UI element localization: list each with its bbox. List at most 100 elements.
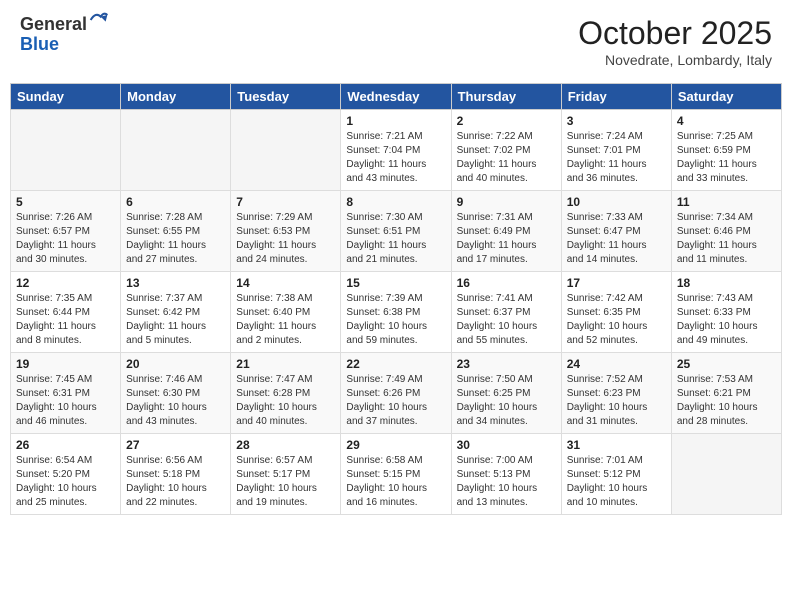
title-block: October 2025 Novedrate, Lombardy, Italy <box>578 15 772 68</box>
day-number: 16 <box>457 276 556 290</box>
col-header-saturday: Saturday <box>671 84 781 110</box>
calendar-cell: 12 Sunrise: 7:35 AMSunset: 6:44 PMDayligh… <box>11 272 121 353</box>
week-row-3: 12 Sunrise: 7:35 AMSunset: 6:44 PMDayligh… <box>11 272 782 353</box>
week-row-2: 5 Sunrise: 7:26 AMSunset: 6:57 PMDaylight… <box>11 191 782 272</box>
day-info: Sunrise: 7:50 AMSunset: 6:25 PMDaylight:… <box>457 373 556 429</box>
calendar-cell: 17 Sunrise: 7:42 AMSunset: 6:35 PMDayligh… <box>561 272 671 353</box>
calendar-cell: 13 Sunrise: 7:37 AMSunset: 6:42 PMDayligh… <box>121 272 231 353</box>
calendar-cell: 22 Sunrise: 7:49 AMSunset: 6:26 PMDayligh… <box>341 353 451 434</box>
day-info: Sunrise: 7:35 AMSunset: 6:44 PMDaylight:… <box>16 292 115 348</box>
day-info: Sunrise: 7:45 AMSunset: 6:31 PMDaylight:… <box>16 373 115 429</box>
calendar-cell: 1Sunrise: 7:21 AMSunset: 7:04 PMDaylight… <box>341 110 451 191</box>
calendar-header-row: SundayMondayTuesdayWednesdayThursdayFrid… <box>11 84 782 110</box>
day-number: 13 <box>126 276 225 290</box>
col-header-wednesday: Wednesday <box>341 84 451 110</box>
day-number: 17 <box>567 276 666 290</box>
day-number: 10 <box>567 195 666 209</box>
calendar-cell: 26 Sunrise: 6:54 AMSunset: 5:20 PMDayligh… <box>11 434 121 515</box>
day-number: 27 <box>126 438 225 452</box>
day-info: Sunrise: 7:41 AMSunset: 6:37 PMDaylight:… <box>457 292 556 348</box>
calendar-cell: 4Sunrise: 7:25 AMSunset: 6:59 PMDaylight… <box>671 110 781 191</box>
day-number: 11 <box>677 195 776 209</box>
day-info: Sunrise: 7:00 AMSunset: 5:13 PMDaylight:… <box>457 454 556 510</box>
day-info: Sunrise: 7:37 AMSunset: 6:42 PMDaylight:… <box>126 292 225 348</box>
day-number: 25 <box>677 357 776 371</box>
calendar: SundayMondayTuesdayWednesdayThursdayFrid… <box>10 83 782 515</box>
calendar-cell <box>671 434 781 515</box>
day-number: 31 <box>567 438 666 452</box>
day-number: 5 <box>16 195 115 209</box>
calendar-cell: 15 Sunrise: 7:39 AMSunset: 6:38 PMDayligh… <box>341 272 451 353</box>
day-number: 3 <box>567 114 666 128</box>
day-info: Sunrise: 6:56 AMSunset: 5:18 PMDaylight:… <box>126 454 225 510</box>
day-info: Sunrise: 7:30 AMSunset: 6:51 PMDaylight:… <box>346 211 445 267</box>
logo: General Blue <box>20 15 109 55</box>
calendar-cell: 29Sunrise: 6:58 AMSunset: 5:15 PMDayligh… <box>341 434 451 515</box>
calendar-cell: 7 Sunrise: 7:29 AMSunset: 6:53 PMDaylight… <box>231 191 341 272</box>
day-number: 9 <box>457 195 556 209</box>
day-info: Sunrise: 7:53 AMSunset: 6:21 PMDaylight:… <box>677 373 776 429</box>
day-number: 21 <box>236 357 335 371</box>
day-number: 15 <box>346 276 445 290</box>
day-number: 30 <box>457 438 556 452</box>
calendar-cell: 8Sunrise: 7:30 AMSunset: 6:51 PMDaylight… <box>341 191 451 272</box>
day-number: 7 <box>236 195 335 209</box>
month-title: October 2025 <box>578 15 772 52</box>
day-info: Sunrise: 7:47 AMSunset: 6:28 PMDaylight:… <box>236 373 335 429</box>
day-number: 18 <box>677 276 776 290</box>
day-number: 29 <box>346 438 445 452</box>
calendar-cell: 16 Sunrise: 7:41 AMSunset: 6:37 PMDayligh… <box>451 272 561 353</box>
day-number: 20 <box>126 357 225 371</box>
col-header-monday: Monday <box>121 84 231 110</box>
day-info: Sunrise: 7:42 AMSunset: 6:35 PMDaylight:… <box>567 292 666 348</box>
day-info: Sunrise: 7:01 AMSunset: 5:12 PMDaylight:… <box>567 454 666 510</box>
calendar-cell: 3 Sunrise: 7:24 AMSunset: 7:01 PMDaylight… <box>561 110 671 191</box>
col-header-sunday: Sunday <box>11 84 121 110</box>
day-number: 26 <box>16 438 115 452</box>
calendar-cell: 5 Sunrise: 7:26 AMSunset: 6:57 PMDaylight… <box>11 191 121 272</box>
calendar-cell: 19Sunrise: 7:45 AMSunset: 6:31 PMDayligh… <box>11 353 121 434</box>
day-info: Sunrise: 7:49 AMSunset: 6:26 PMDaylight:… <box>346 373 445 429</box>
day-number: 12 <box>16 276 115 290</box>
logo-icon <box>89 10 109 30</box>
week-row-1: 1Sunrise: 7:21 AMSunset: 7:04 PMDaylight… <box>11 110 782 191</box>
calendar-cell: 30 Sunrise: 7:00 AMSunset: 5:13 PMDayligh… <box>451 434 561 515</box>
day-info: Sunrise: 7:24 AMSunset: 7:01 PMDaylight:… <box>567 130 666 186</box>
day-number: 23 <box>457 357 556 371</box>
day-info: Sunrise: 7:29 AMSunset: 6:53 PMDaylight:… <box>236 211 335 267</box>
day-info: Sunrise: 7:31 AMSunset: 6:49 PMDaylight:… <box>457 211 556 267</box>
day-number: 2 <box>457 114 556 128</box>
day-number: 22 <box>346 357 445 371</box>
calendar-cell: 23 Sunrise: 7:50 AMSunset: 6:25 PMDayligh… <box>451 353 561 434</box>
day-info: Sunrise: 7:26 AMSunset: 6:57 PMDaylight:… <box>16 211 115 267</box>
day-number: 14 <box>236 276 335 290</box>
day-number: 4 <box>677 114 776 128</box>
header: General Blue October 2025 Novedrate, Lom… <box>10 10 782 73</box>
logo-general: General <box>20 15 87 35</box>
week-row-4: 19Sunrise: 7:45 AMSunset: 6:31 PMDayligh… <box>11 353 782 434</box>
calendar-cell: 11Sunrise: 7:34 AMSunset: 6:46 PMDayligh… <box>671 191 781 272</box>
col-header-tuesday: Tuesday <box>231 84 341 110</box>
calendar-cell <box>11 110 121 191</box>
calendar-cell: 6Sunrise: 7:28 AMSunset: 6:55 PMDaylight… <box>121 191 231 272</box>
calendar-cell: 2Sunrise: 7:22 AMSunset: 7:02 PMDaylight… <box>451 110 561 191</box>
week-row-5: 26 Sunrise: 6:54 AMSunset: 5:20 PMDayligh… <box>11 434 782 515</box>
calendar-cell: 10Sunrise: 7:33 AMSunset: 6:47 PMDayligh… <box>561 191 671 272</box>
day-info: Sunrise: 6:57 AMSunset: 5:17 PMDaylight:… <box>236 454 335 510</box>
day-info: Sunrise: 7:46 AMSunset: 6:30 PMDaylight:… <box>126 373 225 429</box>
calendar-cell: 21 Sunrise: 7:47 AMSunset: 6:28 PMDayligh… <box>231 353 341 434</box>
calendar-cell: 25 Sunrise: 7:53 AMSunset: 6:21 PMDayligh… <box>671 353 781 434</box>
calendar-cell: 9 Sunrise: 7:31 AMSunset: 6:49 PMDaylight… <box>451 191 561 272</box>
location: Novedrate, Lombardy, Italy <box>578 52 772 68</box>
day-info: Sunrise: 7:39 AMSunset: 6:38 PMDaylight:… <box>346 292 445 348</box>
calendar-cell: 28 Sunrise: 6:57 AMSunset: 5:17 PMDayligh… <box>231 434 341 515</box>
day-info: Sunrise: 7:38 AMSunset: 6:40 PMDaylight:… <box>236 292 335 348</box>
calendar-cell: 20 Sunrise: 7:46 AMSunset: 6:30 PMDayligh… <box>121 353 231 434</box>
calendar-cell: 14 Sunrise: 7:38 AMSunset: 6:40 PMDayligh… <box>231 272 341 353</box>
logo-blue: Blue <box>20 35 109 55</box>
day-number: 28 <box>236 438 335 452</box>
day-number: 6 <box>126 195 225 209</box>
calendar-cell <box>121 110 231 191</box>
day-info: Sunrise: 6:54 AMSunset: 5:20 PMDaylight:… <box>16 454 115 510</box>
calendar-cell <box>231 110 341 191</box>
